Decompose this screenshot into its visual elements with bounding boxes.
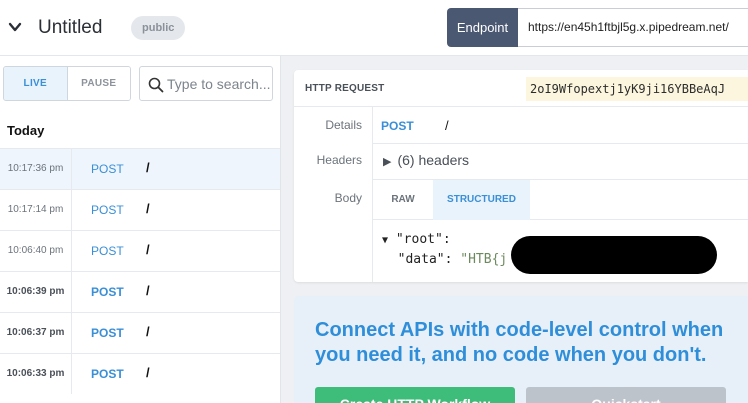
promo-card: Connect APIs with code-level control whe…	[294, 296, 748, 403]
group-heading: Today	[7, 123, 45, 138]
event-time: 10:06:37 pm	[0, 313, 72, 353]
event-time: 10:06:39 pm	[0, 272, 72, 312]
request-method: POST	[381, 119, 414, 133]
event-path: /	[146, 365, 150, 380]
event-path: /	[146, 283, 150, 298]
event-method: POST	[91, 162, 124, 176]
divider	[373, 143, 748, 144]
live-button[interactable]: LIVE	[4, 67, 68, 100]
json-tree: ▼ "root": "data": "HTB{j	[382, 232, 508, 267]
event-list: 10:17:36 pm POST / 10:17:14 pm POST / 10…	[0, 148, 280, 394]
create-http-workflow-button[interactable]: Create HTTP Workflow	[315, 387, 515, 403]
event-time: 10:17:14 pm	[0, 190, 72, 230]
request-path: /	[445, 118, 449, 133]
event-row[interactable]: 10:17:36 pm POST /	[0, 148, 280, 189]
tab-structured[interactable]: STRUCTURED	[433, 180, 530, 220]
event-time: 10:06:40 pm	[0, 231, 72, 271]
event-method: POST	[91, 326, 124, 340]
source-title[interactable]: Untitled	[38, 17, 102, 39]
headers-summary: (6) headers	[397, 152, 470, 168]
endpoint-url-field[interactable]: https://en45h1ftbjl5g.x.pipedream.net/	[518, 8, 748, 47]
search-box	[139, 66, 273, 101]
json-data-value: "HTB{j	[460, 252, 508, 267]
event-row[interactable]: 10:06:33 pm POST /	[0, 353, 280, 394]
promo-headline: Connect APIs with code-level control whe…	[315, 319, 724, 366]
field-label-column: Details Headers Body	[294, 107, 373, 282]
event-time: 10:17:36 pm	[0, 149, 72, 189]
details-label: Details	[325, 118, 362, 132]
quickstart-button[interactable]: Quickstart	[526, 387, 726, 403]
body-label: Body	[334, 191, 362, 205]
body-tabs: RAW STRUCTURED	[373, 180, 748, 220]
search-input[interactable]	[167, 73, 270, 95]
endpoint-label: Endpoint	[447, 8, 518, 47]
pause-button[interactable]: PAUSE	[67, 67, 130, 100]
top-bar: Untitled public Endpoint https://en45h1f…	[0, 0, 748, 56]
event-row[interactable]: 10:06:39 pm POST /	[0, 271, 280, 312]
chevron-down-icon[interactable]	[8, 20, 22, 34]
event-path: /	[146, 201, 150, 216]
json-data-key: "data"	[397, 252, 445, 267]
caret-right-icon: ▶	[383, 156, 392, 168]
request-section-label: HTTP REQUEST	[305, 83, 385, 94]
request-id[interactable]: 2oI9Wfopextj1yK9ji16YBBeAqJ	[526, 77, 748, 101]
event-row[interactable]: 10:06:40 pm POST /	[0, 230, 280, 271]
headers-toggle[interactable]: ▶ (6) headers	[383, 152, 469, 168]
json-root-key: "root"	[395, 232, 443, 247]
visibility-badge[interactable]: public	[131, 16, 186, 40]
redaction-mark	[511, 236, 717, 274]
event-list-panel: LIVE PAUSE Today 10:17:36 pm POST / 10:1…	[0, 56, 281, 403]
search-icon	[148, 77, 164, 93]
event-path: /	[146, 324, 150, 339]
event-time: 10:06:33 pm	[0, 354, 72, 394]
live-pause-toggle: LIVE PAUSE	[3, 66, 131, 101]
tab-raw[interactable]: RAW	[373, 180, 433, 220]
event-method: POST	[91, 203, 124, 217]
headers-label: Headers	[316, 153, 362, 167]
event-path: /	[146, 242, 150, 257]
caret-down-icon[interactable]: ▼	[382, 235, 388, 246]
event-row[interactable]: 10:17:14 pm POST /	[0, 189, 280, 230]
event-path: /	[146, 160, 150, 175]
event-row[interactable]: 10:06:37 pm POST /	[0, 312, 280, 353]
request-card-header: HTTP REQUEST 2oI9Wfopextj1yK9ji16YBBeAqJ	[294, 70, 748, 107]
event-method: POST	[91, 285, 124, 299]
event-method: POST	[91, 244, 124, 258]
event-method: POST	[91, 367, 124, 381]
